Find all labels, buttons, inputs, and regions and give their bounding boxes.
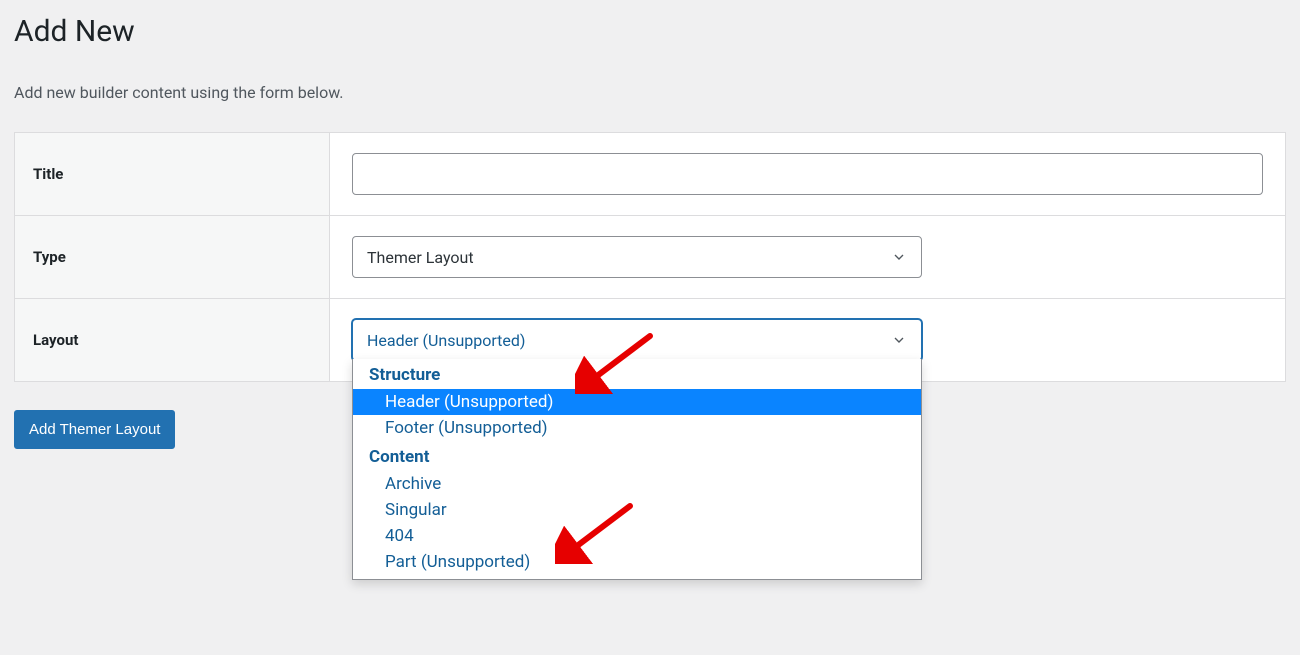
layout-select[interactable]: Header (Unsupported) [352,319,922,361]
option-header[interactable]: Header (Unsupported) [353,389,921,415]
title-input[interactable] [352,153,1263,195]
label-layout: Layout [15,299,330,381]
optgroup-content: Content [353,441,921,471]
type-select[interactable]: Themer Layout [352,236,922,278]
label-type: Type [15,216,330,298]
page-subtitle: Add new builder content using the form b… [14,83,1286,102]
layout-dropdown: Structure Header (Unsupported) Footer (U… [352,359,922,580]
row-type: Type Themer Layout [15,216,1285,299]
row-layout: Layout Header (Unsupported) Structure He… [15,299,1285,381]
cell-layout: Header (Unsupported) Structure Header (U… [330,299,1285,381]
label-title: Title [15,133,330,215]
option-footer[interactable]: Footer (Unsupported) [353,415,921,441]
option-404[interactable]: 404 [353,523,921,549]
option-part[interactable]: Part (Unsupported) [353,549,921,575]
optgroup-structure: Structure [353,359,921,389]
cell-title [330,133,1285,215]
option-archive[interactable]: Archive [353,471,921,497]
add-themer-layout-button[interactable]: Add Themer Layout [14,410,175,449]
chevron-down-icon [891,332,907,348]
form-table: Title Type Themer Layout Layout Header (… [14,132,1286,382]
option-singular[interactable]: Singular [353,497,921,523]
row-title: Title [15,133,1285,216]
type-select-value: Themer Layout [367,248,474,267]
page-title: Add New [14,14,1286,49]
chevron-down-icon [891,249,907,265]
cell-type: Themer Layout [330,216,1285,298]
layout-select-value: Header (Unsupported) [367,331,525,350]
